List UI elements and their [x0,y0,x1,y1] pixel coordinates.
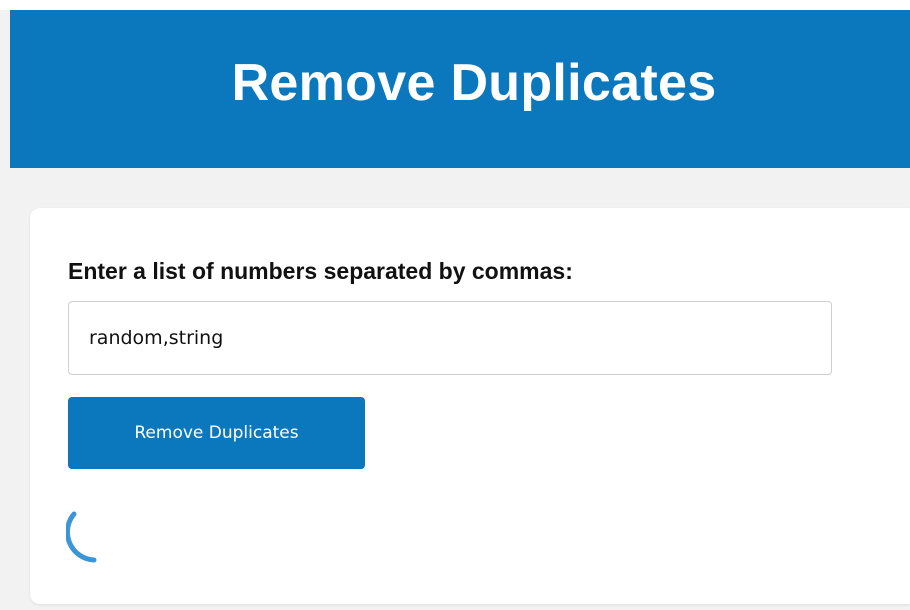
input-label: Enter a list of numbers separated by com… [68,258,573,284]
top-margin [0,0,910,10]
page-title: Remove Duplicates [231,54,717,112]
remove-duplicates-button[interactable]: Remove Duplicates [68,397,365,469]
page-header: Remove Duplicates [10,10,910,168]
loading-spinner-icon [66,511,97,563]
page: Remove Duplicates Enter a list of number… [0,0,910,610]
numbers-input[interactable] [68,301,832,375]
form-card: Enter a list of numbers separated by com… [30,208,910,604]
